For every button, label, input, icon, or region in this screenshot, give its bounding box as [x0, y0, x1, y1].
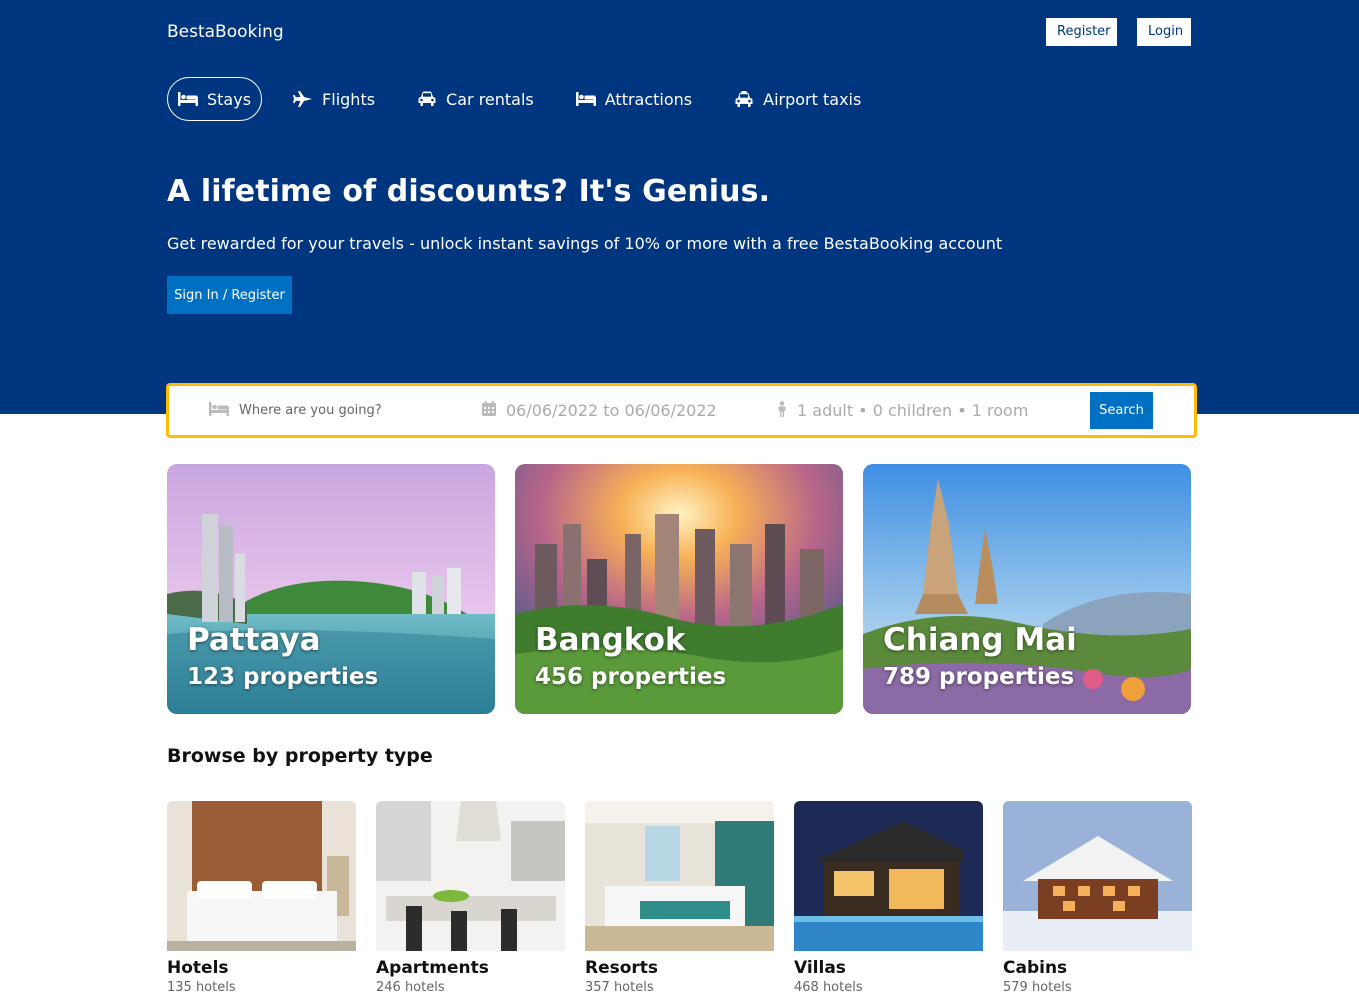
featured-text: Chiang Mai 789 properties — [883, 620, 1077, 694]
nav-item-stays[interactable]: Stays — [167, 77, 263, 121]
featured-card-pattaya[interactable]: Pattaya 123 properties — [167, 464, 495, 714]
property-type-count: 246 hotels — [376, 980, 445, 995]
nav-label: Airport taxis — [763, 89, 862, 109]
section-title: Browse by property type — [167, 745, 433, 767]
property-type-resorts[interactable]: Resorts 357 hotels — [585, 801, 774, 995]
bed-icon — [209, 401, 229, 420]
villas-image — [794, 801, 983, 951]
bed-icon — [575, 91, 596, 107]
login-button[interactable]: Login — [1137, 18, 1191, 46]
featured-city-name: Pattaya — [187, 622, 321, 658]
nav-item-attractions[interactable]: Attractions — [565, 77, 703, 121]
property-type-count: 468 hotels — [794, 980, 863, 995]
search-button[interactable]: Search — [1090, 392, 1153, 429]
plane-icon — [293, 91, 313, 107]
property-type-count: 135 hotels — [167, 980, 236, 995]
destination-field[interactable] — [209, 386, 459, 435]
date-field[interactable]: 06/06/2022 to 06/06/2022 — [482, 386, 717, 435]
nav-item-airport-taxis[interactable]: Airport taxis — [723, 77, 872, 121]
header-banner: BestaBooking Register Login Stays Flight… — [0, 0, 1359, 414]
nav-item-flights[interactable]: Flights — [282, 77, 386, 121]
hero-title: A lifetime of discounts? It's Genius. — [167, 174, 771, 209]
property-type-villas[interactable]: Villas 468 hotels — [794, 801, 983, 995]
guests-text: 1 adult • 0 children • 1 room — [797, 401, 1029, 420]
featured-destinations: Pattaya 123 properties Bangkok 456 prope… — [167, 464, 1191, 714]
hero-subtitle: Get rewarded for your travels - unlock i… — [167, 234, 1003, 253]
resorts-image — [585, 801, 774, 951]
taxi-icon — [734, 90, 754, 107]
featured-city-name: Chiang Mai — [883, 622, 1077, 658]
nav-label: Car rentals — [446, 89, 534, 109]
bed-icon — [178, 91, 198, 107]
property-type-count: 357 hotels — [585, 980, 654, 995]
calendar-icon — [482, 401, 496, 420]
register-button[interactable]: Register — [1046, 18, 1117, 46]
logo[interactable]: BestaBooking — [167, 22, 284, 42]
nav-label: Flights — [322, 89, 376, 109]
guests-field[interactable]: 1 adult • 0 children • 1 room — [777, 386, 1028, 435]
featured-card-bangkok[interactable]: Bangkok 456 properties — [515, 464, 843, 714]
featured-text: Bangkok 456 properties — [535, 620, 726, 694]
destination-input[interactable] — [239, 403, 459, 418]
featured-property-count: 456 properties — [535, 664, 727, 690]
property-type-count: 579 hotels — [1003, 980, 1072, 995]
property-type-hotels[interactable]: Hotels 135 hotels — [167, 801, 356, 995]
property-type-name: Villas — [794, 958, 846, 978]
person-icon — [777, 400, 787, 421]
property-type-name: Apartments — [376, 958, 489, 978]
property-type-cabins[interactable]: Cabins 579 hotels — [1003, 801, 1192, 995]
property-type-name: Resorts — [585, 958, 659, 978]
date-range-text: 06/06/2022 to 06/06/2022 — [506, 401, 717, 420]
property-type-name: Cabins — [1003, 958, 1068, 978]
featured-card-chiang-mai[interactable]: Chiang Mai 789 properties — [863, 464, 1191, 714]
property-type-list: Hotels 135 hotels Apartments 246 hotels — [167, 801, 1192, 995]
car-icon — [417, 91, 437, 107]
nav-item-car-rentals[interactable]: Car rentals — [406, 77, 545, 121]
featured-property-count: 789 properties — [883, 664, 1075, 690]
featured-property-count: 123 properties — [187, 664, 379, 690]
nav-label: Attractions — [604, 89, 693, 109]
main-nav: Stays Flights Car rentals Attractions Ai… — [167, 77, 892, 121]
cabins-image — [1003, 801, 1192, 951]
sign-in-register-button[interactable]: Sign In / Register — [167, 276, 292, 314]
featured-city-name: Bangkok — [535, 622, 686, 658]
nav-label: Stays — [207, 89, 252, 109]
search-bar: 06/06/2022 to 06/06/2022 1 adult • 0 chi… — [166, 383, 1197, 438]
property-type-name: Hotels — [167, 958, 229, 978]
apartments-image — [376, 801, 565, 951]
property-type-apartments[interactable]: Apartments 246 hotels — [376, 801, 565, 995]
featured-text: Pattaya 123 properties — [187, 620, 378, 694]
hotels-image — [167, 801, 356, 951]
